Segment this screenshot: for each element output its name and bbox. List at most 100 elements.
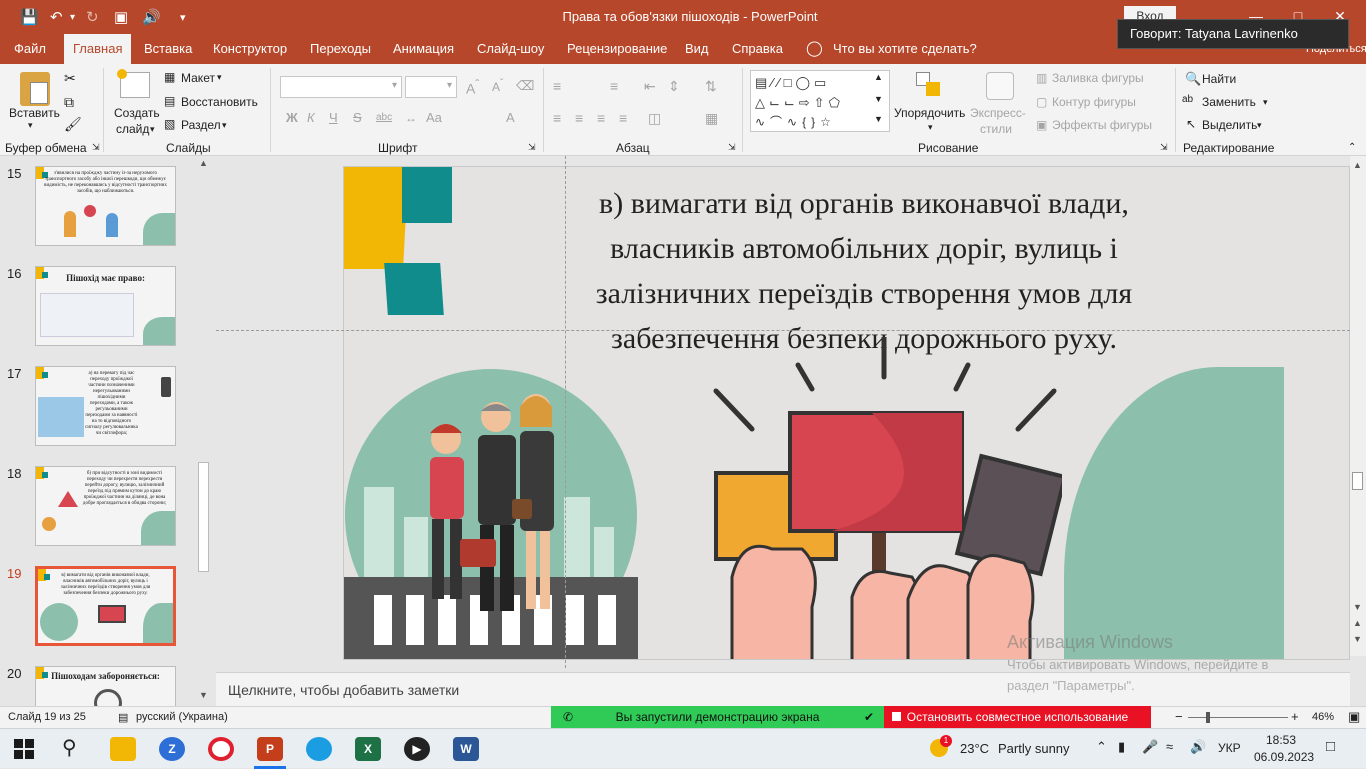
arrange-icon[interactable] bbox=[916, 72, 942, 98]
shape-outline-button[interactable]: Контур фигуры bbox=[1052, 95, 1136, 109]
slide-thumbnail-19[interactable]: в) вимагати від органів виконавчої влади… bbox=[35, 566, 176, 646]
clock-date[interactable]: 06.09.2023 bbox=[1254, 750, 1314, 764]
file-explorer-icon[interactable] bbox=[110, 737, 136, 761]
gallery-down-icon[interactable]: ▼ bbox=[874, 94, 883, 104]
shape-fill-icon[interactable]: ▥ bbox=[1036, 71, 1047, 85]
windows-start-icon[interactable] bbox=[14, 739, 34, 759]
notifications-icon[interactable]: □ bbox=[1326, 738, 1335, 755]
undo-icon[interactable]: ↶ bbox=[50, 8, 63, 26]
shapes-gallery[interactable]: ▤∕∕□◯▭ △⌙⌙⇨⇧⬠ ∿⌒∿{}☆ bbox=[750, 70, 890, 132]
clipboard-launcher-icon[interactable]: ⇲ bbox=[92, 142, 100, 153]
select-icon[interactable]: ↖ bbox=[1186, 117, 1196, 131]
slide-thumbnail-17[interactable]: а) на перевагу під час переходу проїжджо… bbox=[35, 366, 176, 446]
shape-effects-button[interactable]: Эффекты фигуры bbox=[1052, 118, 1152, 132]
cut-icon[interactable]: ✂ bbox=[64, 70, 76, 87]
shape-effects-icon[interactable]: ▣ bbox=[1036, 118, 1047, 132]
tab-design[interactable]: Конструктор bbox=[213, 34, 287, 64]
powerpoint-icon[interactable]: P bbox=[257, 737, 283, 761]
columns-icon[interactable]: ◫ bbox=[648, 110, 661, 127]
copy-icon[interactable]: ⧉ bbox=[64, 94, 74, 111]
battery-icon[interactable]: ▮ bbox=[1118, 739, 1125, 755]
tab-review[interactable]: Рецензирование bbox=[567, 34, 667, 64]
zoom-slider-thumb[interactable] bbox=[1206, 712, 1210, 723]
tray-chevron-icon[interactable]: ⌃ bbox=[1096, 739, 1107, 755]
gallery-more-icon[interactable]: ▼ bbox=[874, 114, 883, 124]
select-dropdown-icon[interactable]: ▾ bbox=[1257, 120, 1262, 131]
zoom-in-icon[interactable]: + bbox=[1291, 709, 1299, 724]
shape-fill-button[interactable]: Заливка фигуры bbox=[1052, 71, 1144, 85]
tab-slideshow[interactable]: Слайд-шоу bbox=[477, 34, 544, 64]
edge-icon[interactable] bbox=[306, 737, 332, 761]
section-button[interactable]: Раздел bbox=[181, 118, 221, 132]
find-icon[interactable]: 🔍 bbox=[1185, 71, 1201, 87]
gallery-up-icon[interactable]: ▲ bbox=[874, 72, 883, 82]
font-size-input[interactable]: ▾ bbox=[405, 76, 457, 98]
justify-icon[interactable]: ≡ bbox=[619, 110, 627, 126]
paste-icon[interactable] bbox=[20, 72, 50, 106]
indent-decrease-icon[interactable]: ⇤ bbox=[644, 78, 656, 95]
slide-body-text[interactable]: в) вимагати від органів виконавчої влади… bbox=[474, 181, 1254, 361]
line-spacing-icon[interactable]: ⇕ bbox=[668, 78, 680, 95]
stop-sharing-button[interactable]: Остановить совместное использование bbox=[884, 706, 1151, 728]
layout-button[interactable]: Макет bbox=[181, 71, 215, 85]
tab-animations[interactable]: Анимация bbox=[393, 34, 454, 64]
new-slide-icon[interactable] bbox=[117, 69, 150, 98]
char-spacing-button[interactable]: abc bbox=[376, 112, 392, 123]
underline-button[interactable]: Ч bbox=[329, 110, 338, 125]
notes-pane[interactable]: Щелкните, чтобы добавить заметки bbox=[216, 672, 1350, 706]
clock-time[interactable]: 18:53 bbox=[1266, 733, 1296, 747]
weather-temp[interactable]: 23°C bbox=[960, 741, 989, 756]
drawing-launcher-icon[interactable]: ⇲ bbox=[1160, 142, 1168, 153]
decrease-font-icon[interactable]: Aˇ bbox=[492, 78, 503, 94]
opera-icon[interactable] bbox=[208, 737, 234, 761]
customize-qat-icon[interactable]: ▾ bbox=[180, 11, 186, 24]
input-language[interactable]: УКР bbox=[1218, 741, 1241, 755]
slide-thumbnail-16[interactable]: Пішохід має право: bbox=[35, 266, 176, 346]
replace-icon[interactable]: ab bbox=[1182, 94, 1193, 105]
redo-icon[interactable]: ↻ bbox=[86, 8, 99, 26]
quick-styles-icon[interactable] bbox=[986, 72, 1014, 100]
align-left-icon[interactable]: ≡ bbox=[553, 110, 561, 126]
spellcheck-icon[interactable]: ▤ bbox=[118, 711, 128, 724]
previous-slide-icon[interactable]: ▲ bbox=[1353, 618, 1362, 628]
undo-dropdown-icon[interactable]: ▾ bbox=[70, 12, 75, 23]
media-player-icon[interactable]: ▶ bbox=[404, 737, 430, 761]
tab-help[interactable]: Справка bbox=[732, 34, 783, 64]
tab-insert[interactable]: Вставка bbox=[144, 34, 192, 64]
scroll-up-icon[interactable]: ▲ bbox=[1353, 160, 1362, 170]
editor-scrollbar[interactable]: ▲ ▼ ▲ ▼ bbox=[1350, 156, 1366, 656]
language-status[interactable]: русский (Украина) bbox=[136, 711, 228, 723]
tab-file[interactable]: Файл bbox=[14, 34, 46, 64]
start-from-beginning-icon[interactable]: ▣ bbox=[114, 8, 128, 26]
speaker-icon[interactable]: 🔊 bbox=[142, 8, 161, 26]
vertical-guide[interactable] bbox=[565, 156, 566, 668]
char-spacing-icon[interactable]: ↔ bbox=[405, 111, 417, 125]
paste-dropdown-icon[interactable]: ▾ bbox=[28, 120, 33, 131]
tab-transitions[interactable]: Переходы bbox=[310, 34, 371, 64]
zoom-level[interactable]: 46% bbox=[1312, 711, 1334, 723]
italic-button[interactable]: К bbox=[307, 110, 315, 125]
font-launcher-icon[interactable]: ⇲ bbox=[528, 142, 536, 153]
new-slide-button[interactable]: Создать bbox=[114, 106, 160, 120]
format-painter-icon[interactable]: 🖌 bbox=[64, 116, 82, 133]
zoom-app-icon[interactable]: Z bbox=[159, 737, 185, 761]
thumbnail-scrollbar[interactable]: ▲ ▼ bbox=[196, 156, 212, 704]
current-slide[interactable]: в) вимагати від органів виконавчої влади… bbox=[343, 166, 1350, 660]
horizontal-guide[interactable] bbox=[216, 330, 1350, 331]
align-right-icon[interactable]: ≡ bbox=[597, 110, 605, 126]
quick-styles-button[interactable]: Экспресс- bbox=[970, 106, 1026, 120]
clear-format-icon[interactable]: ⌫ bbox=[516, 78, 534, 94]
scroll-down-icon[interactable]: ▼ bbox=[199, 690, 208, 700]
section-icon[interactable]: ▧ bbox=[164, 117, 175, 131]
tab-view[interactable]: Вид bbox=[685, 34, 709, 64]
scroll-down-icon[interactable]: ▼ bbox=[1353, 602, 1362, 612]
wifi-icon[interactable]: ≈ bbox=[1166, 739, 1173, 754]
arrange-dropdown-icon[interactable]: ▾ bbox=[928, 122, 933, 133]
microphone-icon[interactable]: 🎤 bbox=[1142, 739, 1158, 755]
scroll-thumb[interactable] bbox=[198, 462, 209, 572]
weather-desc[interactable]: Partly sunny bbox=[998, 741, 1070, 756]
fit-to-window-icon[interactable]: ▣ bbox=[1348, 709, 1360, 725]
text-direction-icon[interactable]: ⇅ bbox=[705, 78, 717, 95]
paragraph-launcher-icon[interactable]: ⇲ bbox=[728, 142, 736, 153]
tell-me-search[interactable]: Что вы хотите сделать? bbox=[833, 34, 977, 64]
